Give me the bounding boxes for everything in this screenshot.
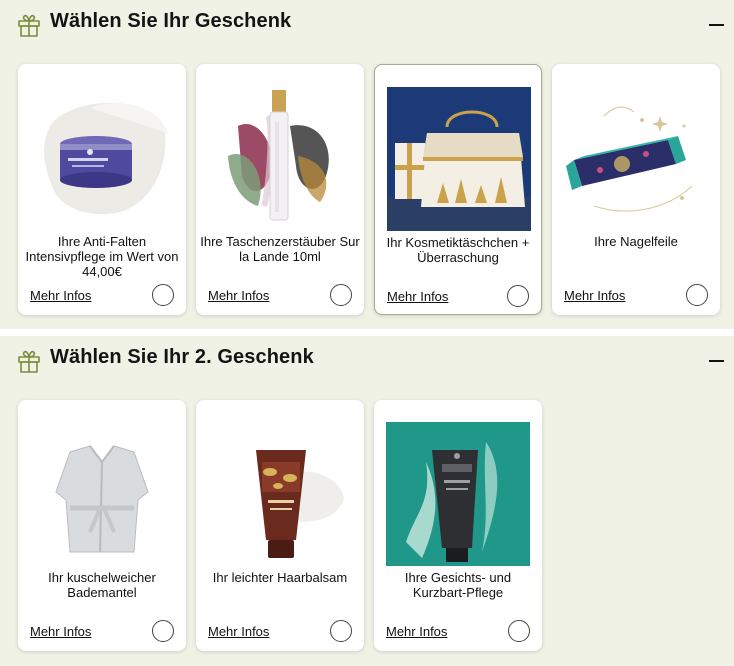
bathrobe-image	[55, 445, 149, 553]
select-radio[interactable]	[330, 620, 352, 642]
more-info-link[interactable]: Mehr Infos	[30, 624, 91, 639]
gift-card[interactable]: Ihre Nagelfeile Mehr Infos	[552, 64, 720, 315]
beard-care-image	[386, 422, 530, 566]
gift-title: Ihre Anti-Falten Intensivpflege im Wert …	[25, 234, 179, 279]
gift-section-1: Wählen Sie Ihr Geschenk Ihre Anti-Falten…	[0, 0, 734, 329]
section-header: Wählen Sie Ihr Geschenk	[0, 0, 734, 52]
section-header: Wählen Sie Ihr 2. Geschenk	[0, 336, 734, 388]
gift-card[interactable]: Ihre Anti-Falten Intensivpflege im Wert …	[18, 64, 186, 315]
gift-title: Ihre Taschenzerstäuber Sur la Lande 10ml	[200, 234, 360, 264]
gift-title: Ihr leichter Haarbalsam	[212, 570, 348, 585]
select-radio[interactable]	[686, 284, 708, 306]
select-radio[interactable]	[152, 284, 174, 306]
section-title: Wählen Sie Ihr Geschenk	[50, 10, 292, 32]
more-info-link[interactable]: Mehr Infos	[208, 288, 269, 303]
gift-title: Ihre Gesichts- und Kurzbart-Pflege	[404, 570, 512, 600]
gift-icon	[18, 14, 40, 37]
anti-wrinkle-cream-image	[44, 102, 168, 215]
nail-file-image	[566, 106, 693, 212]
minus-icon[interactable]	[708, 350, 726, 370]
gift-card[interactable]: Ihr kuschelweicher Bademantel Mehr Infos	[18, 400, 186, 651]
select-radio[interactable]	[507, 285, 529, 307]
gift-icon	[18, 350, 40, 373]
select-radio[interactable]	[508, 620, 530, 642]
gift-card[interactable]: Ihre Gesichts- und Kurzbart-Pflege Mehr …	[374, 400, 542, 651]
select-radio[interactable]	[152, 620, 174, 642]
minus-icon[interactable]	[708, 14, 726, 34]
more-info-link[interactable]: Mehr Infos	[208, 624, 269, 639]
gift-title: Ihr kuschelweicher Bademantel	[48, 570, 156, 600]
select-radio[interactable]	[330, 284, 352, 306]
hair-balm-image	[256, 450, 344, 558]
perfume-spray-image	[228, 90, 329, 221]
gift-card[interactable]: Ihr leichter Haarbalsam Mehr Infos	[196, 400, 364, 651]
cosmetic-bag-image	[387, 87, 531, 231]
more-info-link[interactable]: Mehr Infos	[387, 289, 448, 304]
gift-card[interactable]: Ihr Kosmetiktäschchen + Überraschung Meh…	[374, 64, 542, 315]
more-info-link[interactable]: Mehr Infos	[386, 624, 447, 639]
gift-title: Ihre Nagelfeile	[594, 234, 678, 249]
more-info-link[interactable]: Mehr Infos	[30, 288, 91, 303]
more-info-link[interactable]: Mehr Infos	[564, 288, 625, 303]
section-title: Wählen Sie Ihr 2. Geschenk	[50, 346, 314, 368]
gift-section-2: Wählen Sie Ihr 2. Geschenk Ihr kuschelwe…	[0, 336, 734, 666]
gift-title: Ihr Kosmetiktäschchen + Überraschung	[386, 235, 530, 265]
gift-card[interactable]: Ihre Taschenzerstäuber Sur la Lande 10ml…	[196, 64, 364, 315]
